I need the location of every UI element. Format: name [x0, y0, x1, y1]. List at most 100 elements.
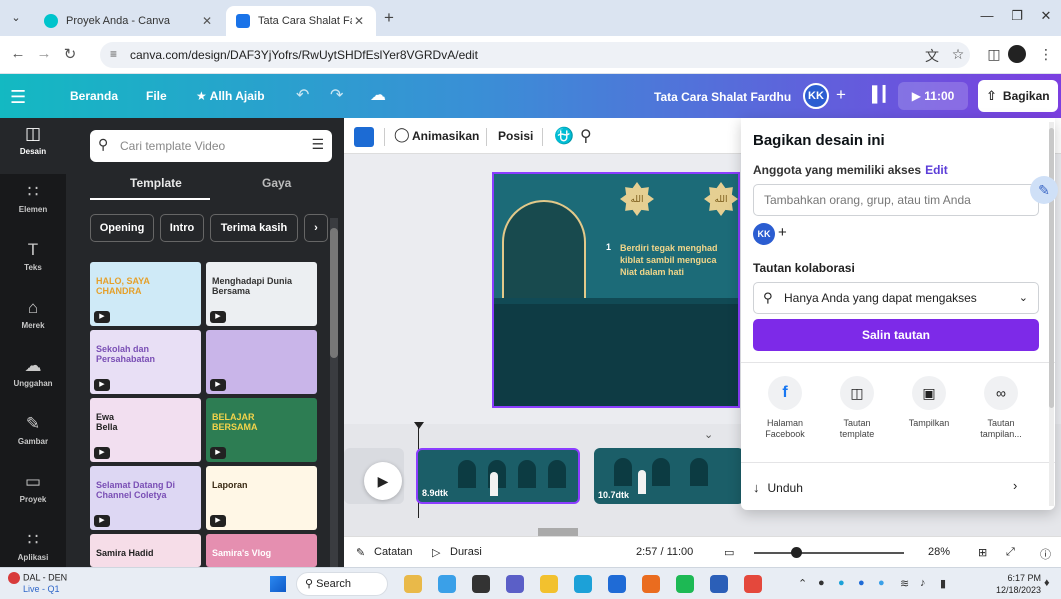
share-option-link[interactable]: ∞ Tautan tampilan...	[969, 376, 1033, 440]
browser-tab-video[interactable]: Tata Cara Shalat Fardhu - Video ✕	[226, 6, 376, 36]
template-thumbnail[interactable]: Sekolah dan Persahabatan ▶	[90, 330, 201, 394]
insights-chart-icon[interactable]: ▌▎	[872, 85, 894, 103]
forward-icon[interactable]: →	[34, 45, 54, 62]
animate-button[interactable]: Animasikan	[412, 129, 479, 143]
position-button[interactable]: Posisi	[498, 129, 533, 143]
fullscreen-icon[interactable]: ⤢	[1006, 546, 1015, 559]
live-score-widget[interactable]: DAL - DEN Live - Q1	[8, 572, 67, 595]
bookmark-star-icon[interactable]: ☆	[948, 46, 968, 63]
store-app-icon[interactable]	[608, 575, 626, 593]
template-thumbnail[interactable]: HALO, SAYA CHANDRA ▶	[90, 262, 201, 326]
tray-app-icon[interactable]: ●	[858, 577, 865, 589]
floating-assist-icon[interactable]: ✎	[1030, 176, 1058, 204]
add-collaborator-icon[interactable]: +	[836, 85, 846, 105]
taskview-app-icon[interactable]	[472, 575, 490, 593]
zoom-percent[interactable]: 28%	[928, 546, 950, 558]
close-window-icon[interactable]: ✕	[1031, 8, 1061, 24]
sidebar-item-gambar[interactable]: ✎ Gambar	[0, 408, 66, 464]
tray-app-icon[interactable]: ●	[878, 577, 885, 589]
template-thumbnail[interactable]: Selamat Datang Di Channel Coletya ▶	[90, 466, 201, 530]
help-icon[interactable]: ⓘ	[1040, 546, 1051, 562]
new-tab-button[interactable]: +	[384, 8, 394, 28]
sidebar-item-elemen[interactable]: ∷ Elemen	[0, 176, 66, 232]
chip-scroll-right-icon[interactable]: ›	[304, 214, 328, 242]
share-option-present[interactable]: ▣ Tampilkan	[897, 376, 961, 429]
taskbar-clock[interactable]: 6:17 PM 12/18/2023	[996, 572, 1041, 596]
tab-style[interactable]: Gaya	[262, 176, 291, 190]
tray-overflow-icon[interactable]: ⌃	[798, 577, 807, 590]
side-panel-icon[interactable]: ◫	[984, 46, 1004, 63]
copy-link-button[interactable]: Salin tautan	[753, 319, 1039, 351]
chevron-right-icon[interactable]: ›	[1013, 478, 1017, 493]
sidebar-item-desain[interactable]: ◫ Desain	[0, 118, 66, 174]
tab-template[interactable]: Template	[130, 176, 182, 190]
chip-opening[interactable]: Opening	[90, 214, 154, 242]
zoom-slider[interactable]	[754, 552, 904, 554]
timeline-clip-selected[interactable]: 8.9dtk	[416, 448, 580, 504]
template-search-input[interactable]: ⚲ Cari template Video ☰	[90, 130, 332, 162]
chip-thanks[interactable]: Terima kasih	[210, 214, 298, 242]
paint-format-icon[interactable]: ⛎	[554, 126, 574, 146]
files-app-icon[interactable]	[540, 575, 558, 593]
share-option-template[interactable]: ◫ Tautan template	[825, 376, 889, 440]
zoom-slider-knob[interactable]	[791, 547, 802, 558]
close-tab-icon[interactable]: ✕	[200, 14, 214, 28]
profile-avatar[interactable]	[1008, 45, 1026, 63]
restore-window-icon[interactable]: ❐	[1002, 8, 1032, 24]
member-avatar[interactable]: KK	[753, 223, 775, 245]
menu-icon[interactable]: ☰	[10, 87, 26, 108]
word-app-icon[interactable]	[710, 575, 728, 593]
firefox-app-icon[interactable]	[642, 575, 660, 593]
filter-icon[interactable]: ☰	[311, 136, 324, 153]
chat-app-icon[interactable]	[506, 575, 524, 593]
sidebar-item-proyek[interactable]: ▭ Proyek	[0, 466, 66, 522]
file-menu[interactable]: File	[146, 89, 167, 103]
magic-switch-menu[interactable]: ★ Allh Ajaib	[196, 89, 265, 103]
omnibox[interactable]: ≡ canva.com/design/DAF3YjYofrs/RwUytSHDf…	[100, 42, 970, 68]
copilot-app-icon[interactable]	[438, 575, 456, 593]
panel-scrollbar-thumb[interactable]	[330, 228, 338, 358]
template-thumbnail[interactable]: Menghadapi Dunia Bersama ▶	[206, 262, 317, 326]
notification-bell-icon[interactable]: ♦	[1044, 577, 1050, 589]
design-title[interactable]: Tata Cara Shalat Fardhu	[654, 90, 791, 104]
share-option-facebook[interactable]: f Halaman Facebook	[753, 376, 817, 440]
minimize-window-icon[interactable]: —	[972, 8, 1002, 23]
site-info-icon[interactable]: ≡	[110, 47, 117, 61]
tray-app-icon[interactable]: ●	[838, 577, 845, 589]
color-swatch[interactable]	[354, 127, 374, 147]
timeline-play-button[interactable]: ▶	[364, 462, 402, 500]
photos-app-icon[interactable]	[404, 575, 422, 593]
pages-grid-icon[interactable]: ⊞	[978, 546, 987, 559]
template-thumbnail[interactable]: Laporan ▶	[206, 466, 317, 530]
lock-icon[interactable]: ⚲	[580, 126, 592, 146]
sidebar-item-unggahan[interactable]: ☁ Unggahan	[0, 350, 66, 406]
duration-button[interactable]: Durasi	[450, 546, 482, 558]
grid-view-icon[interactable]: ▭	[724, 546, 734, 559]
browser-menu-icon[interactable]: ⋮	[1036, 46, 1056, 63]
reload-icon[interactable]: ↻	[60, 45, 80, 63]
timeline-clip[interactable]: 10.7dtk	[594, 448, 744, 504]
taskbar-search-input[interactable]: ⚲ Search	[296, 572, 388, 596]
browser-tab-projects[interactable]: Proyek Anda - Canva ✕	[34, 6, 224, 36]
slide-canvas[interactable]: الله الله 1 Berdiri tegak menghad kiblat…	[492, 172, 740, 408]
undo-icon[interactable]: ↶	[296, 85, 309, 105]
sidebar-item-merek[interactable]: ⌂ Merek	[0, 292, 66, 348]
user-avatar[interactable]: KK	[803, 83, 829, 109]
download-row[interactable]: ↓ Unduh	[753, 480, 803, 495]
slide-step-text[interactable]: Berdiri tegak menghad kiblat sambil meng…	[620, 242, 738, 278]
chevron-down-icon[interactable]: ⌄	[704, 428, 713, 441]
redo-icon[interactable]: ↷	[330, 85, 343, 105]
volume-icon[interactable]: ♪	[920, 577, 926, 589]
share-button[interactable]: ⇧ Bagikan	[978, 80, 1058, 112]
translate-icon[interactable]: 文	[922, 46, 942, 66]
chrome-app-icon[interactable]	[744, 575, 762, 593]
template-thumbnail[interactable]: Samira Hadid	[90, 534, 201, 567]
battery-icon[interactable]: ▮	[940, 577, 946, 590]
tray-app-icon[interactable]: ●	[818, 577, 825, 589]
home-link[interactable]: Beranda	[70, 89, 118, 103]
access-select[interactable]: ⚲ Hanya Anda yang dapat mengakses ⌄	[753, 282, 1039, 314]
add-people-input[interactable]: Tambahkan orang, grup, atau tim Anda	[753, 184, 1039, 216]
back-icon[interactable]: ←	[8, 45, 28, 62]
cloud-saved-icon[interactable]: ☁	[370, 85, 386, 105]
timeline-scrollbar-thumb[interactable]	[538, 528, 578, 536]
